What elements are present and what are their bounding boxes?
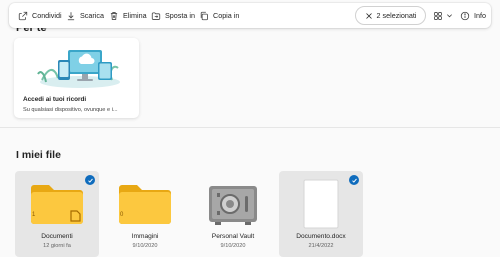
info-label: Info: [474, 11, 486, 20]
my-files-title: I miei file: [16, 149, 61, 161]
file-tile-documento-docx[interactable]: Documento.docx 21/4/2022: [279, 171, 363, 257]
info-icon: [460, 11, 470, 20]
selected-check-icon[interactable]: [85, 175, 95, 185]
document-icon: [303, 179, 339, 229]
download-icon: [67, 11, 75, 20]
copy-to-button[interactable]: Copia in: [199, 3, 239, 28]
move-to-icon: [151, 11, 161, 20]
tile-name: Documento.docx: [296, 233, 346, 240]
folder-icon: [31, 185, 83, 224]
tile-date: 9/10/2020: [220, 243, 246, 249]
folder-icon: [119, 185, 171, 224]
info-button[interactable]: Info: [460, 3, 486, 28]
selection-count-pill[interactable]: 2 selezionati: [355, 6, 426, 25]
selected-check-icon[interactable]: [349, 175, 359, 185]
selection-count-label: 2 selezionati: [376, 11, 417, 20]
tile-date: 12 giorni fa: [43, 243, 71, 249]
command-bar: Condividi Scarica Elimina Sposta in Copi…: [9, 3, 491, 28]
share-icon: [18, 11, 28, 20]
tile-date: 21/4/2022: [308, 243, 334, 249]
close-icon: [365, 12, 372, 19]
memories-card-subtitle: Su qualsiasi dispositivo, ovunque e i...: [23, 107, 118, 113]
download-label: Scarica: [80, 11, 104, 20]
file-tile-immagini[interactable]: 0 Immagini 9/10/2020: [103, 171, 187, 257]
item-count: 0: [120, 212, 124, 218]
chevron-down-icon: [447, 14, 452, 18]
vault-icon: [209, 186, 257, 225]
trash-icon: [110, 11, 118, 20]
copy-to-label: Copia in: [213, 11, 240, 20]
move-to-label: Sposta in: [165, 11, 195, 20]
memories-card[interactable]: Accedi ai tuoi ricordi Su qualsiasi disp…: [14, 38, 139, 118]
tile-name: Immagini: [131, 233, 159, 240]
move-to-button[interactable]: Sposta in: [151, 3, 195, 28]
share-label: Condividi: [32, 11, 62, 20]
delete-label: Elimina: [123, 11, 147, 20]
view-options-button[interactable]: [433, 3, 453, 28]
section-divider: [0, 127, 500, 128]
download-button[interactable]: Scarica: [66, 3, 104, 28]
tile-date: 9/10/2020: [132, 243, 158, 249]
tile-name: Documenti: [41, 233, 73, 240]
devices-illustration-icon: [37, 50, 120, 88]
delete-button[interactable]: Elimina: [109, 3, 147, 28]
share-button[interactable]: Condividi: [18, 3, 62, 28]
item-count: 1: [32, 212, 36, 218]
tile-name: Personal Vault: [211, 233, 255, 240]
file-tile-personal-vault[interactable]: Personal Vault 9/10/2020: [191, 171, 275, 257]
grid-view-icon: [434, 11, 442, 20]
file-tile-documenti[interactable]: 1 Documenti 12 giorni fa: [15, 171, 99, 257]
copy-icon: [200, 11, 208, 20]
memories-card-title: Accedi ai tuoi ricordi: [23, 96, 87, 103]
